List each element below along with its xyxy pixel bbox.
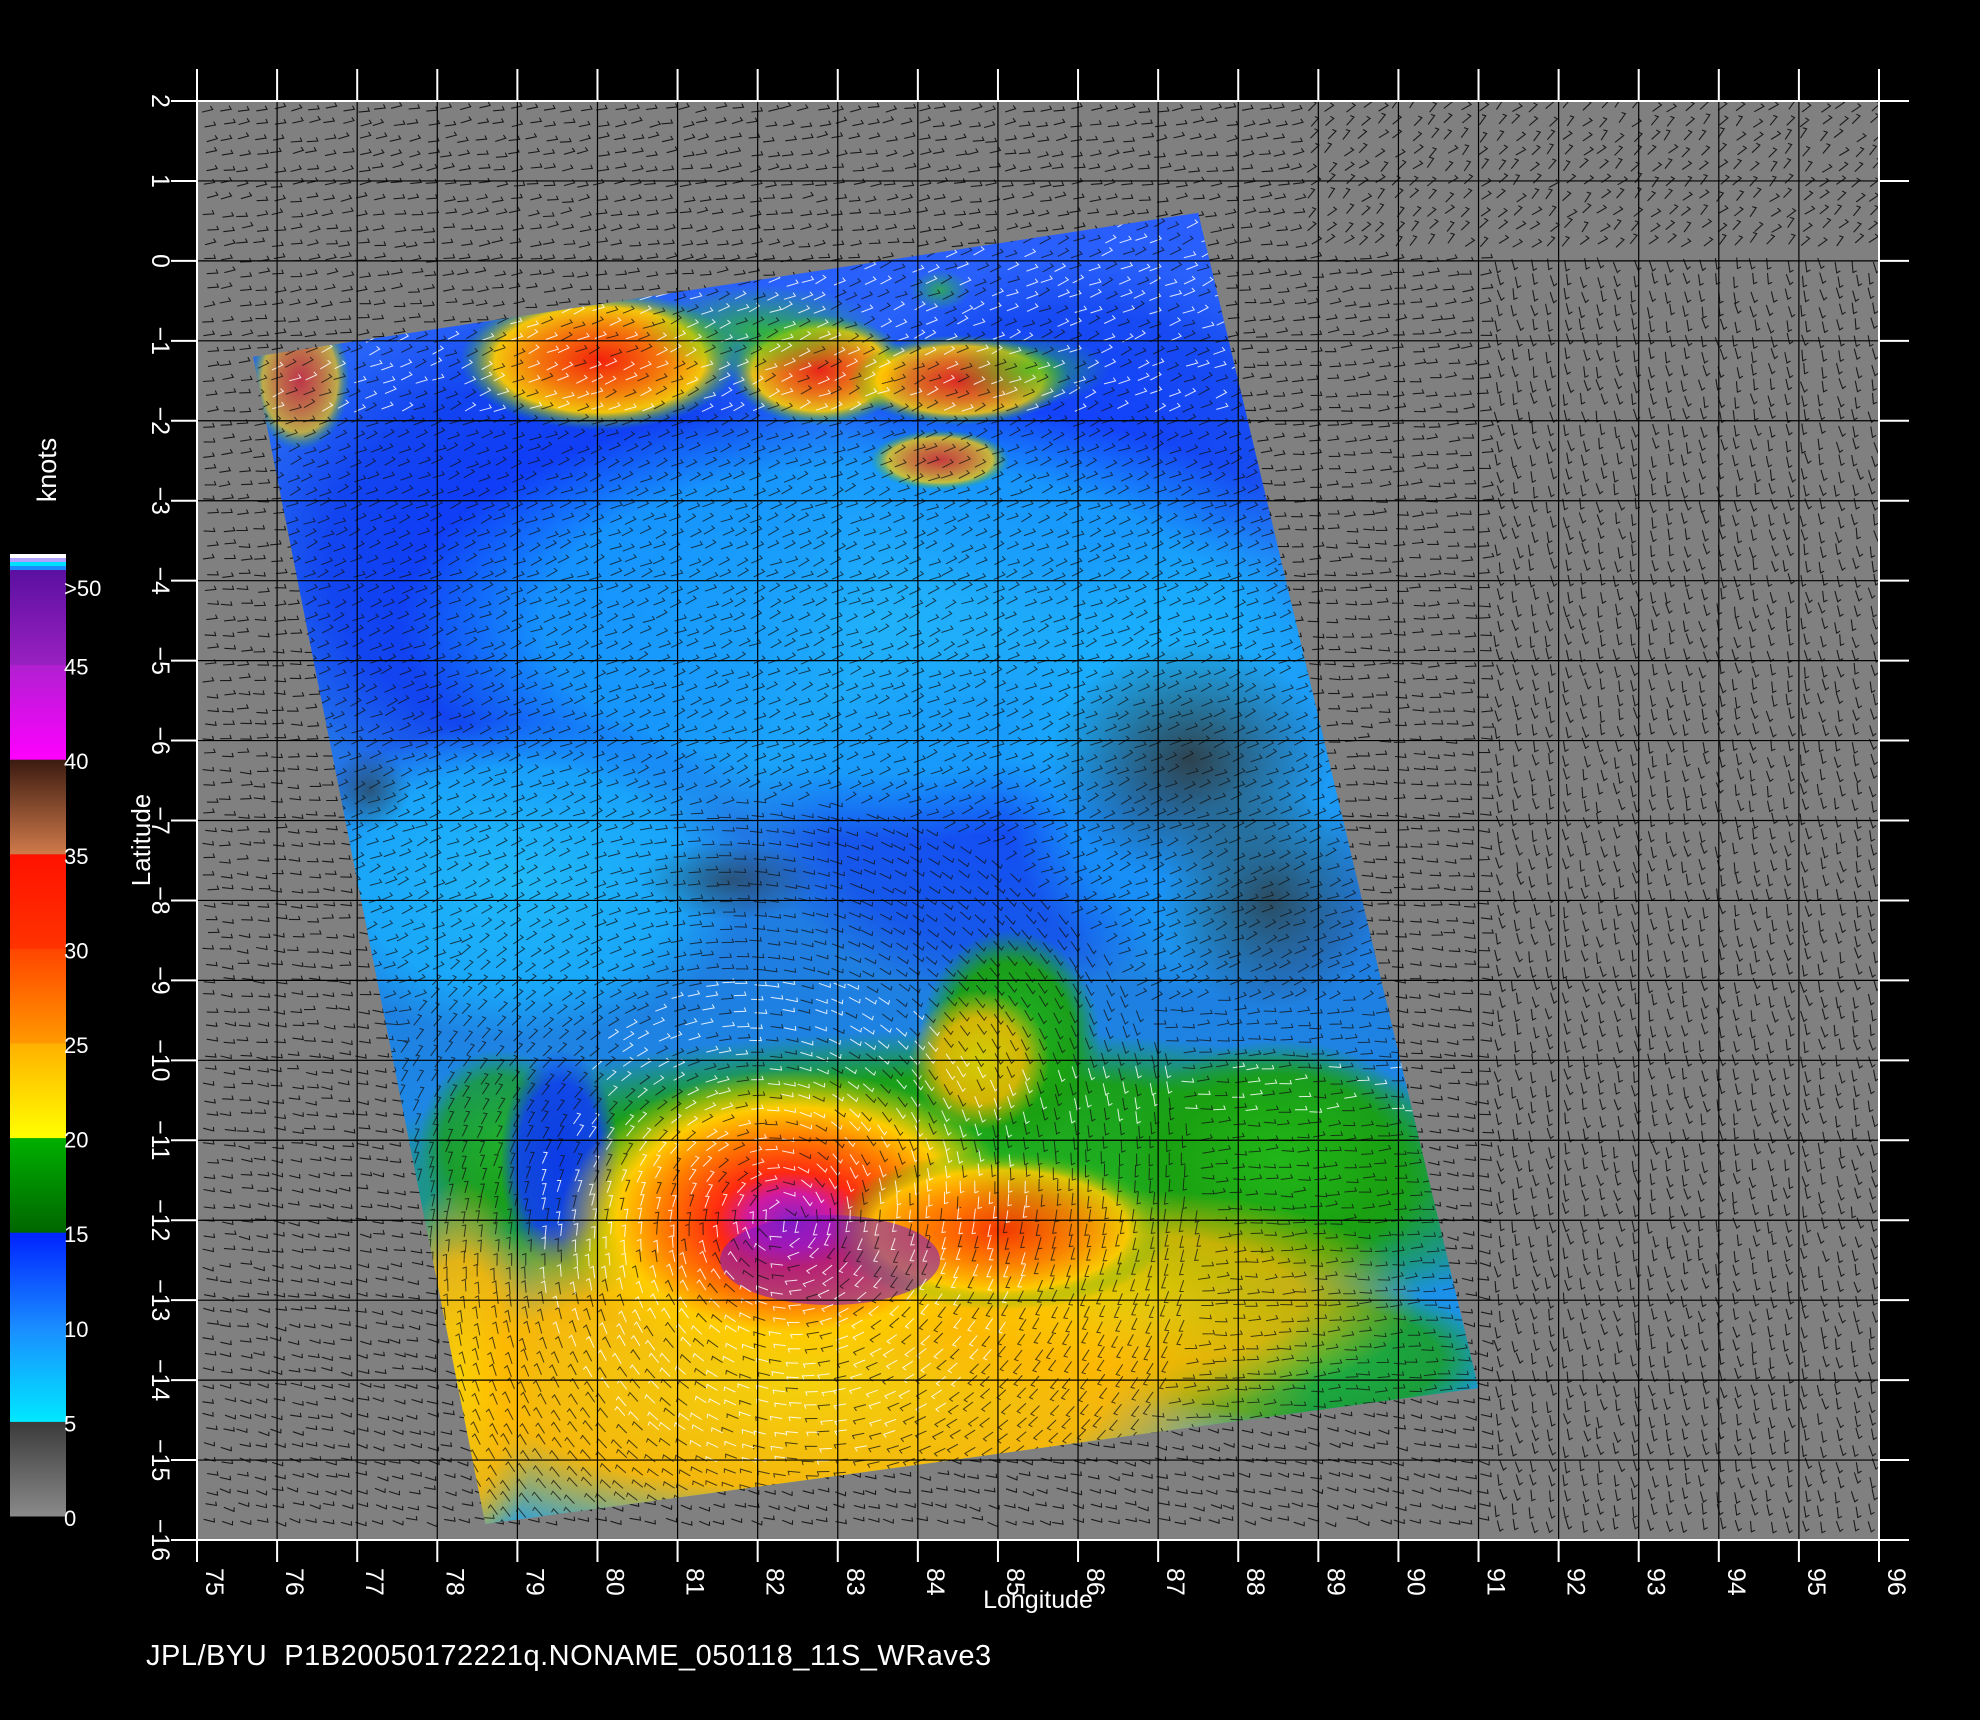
legend-label: 10	[64, 1317, 88, 1342]
legend-label: 15	[64, 1222, 88, 1247]
legend-title: knots	[32, 438, 62, 503]
legend-band	[10, 1421, 66, 1517]
lat-tick-label: 0	[146, 254, 174, 268]
lon-tick-label: 82	[761, 1568, 789, 1596]
lat-tick-label: 1	[146, 174, 174, 188]
legend-band	[10, 1326, 66, 1422]
lon-tick-label: 96	[1882, 1568, 1910, 1596]
legend-band	[10, 759, 66, 855]
lat-tick-label: −12	[146, 1199, 174, 1241]
lon-tick-label: 81	[681, 1568, 709, 1596]
legend-color-bar	[10, 570, 66, 1517]
lat-tick-label: −2	[146, 407, 174, 436]
legend-label: 0	[64, 1506, 76, 1531]
figure-caption: JPL/BYU P1B20050172221q.NONAME_050118_11…	[146, 1640, 992, 1672]
legend-label: 45	[64, 655, 88, 680]
lon-tick-label: 94	[1722, 1568, 1750, 1596]
legend-label: 25	[64, 1033, 88, 1058]
lat-tick-label: −5	[146, 646, 174, 675]
lon-tick-label: 95	[1802, 1568, 1830, 1596]
legend-band	[10, 1232, 66, 1328]
lon-tick-label: 76	[280, 1568, 308, 1596]
lat-tick-label: −4	[146, 566, 174, 595]
lon-tick-label: 90	[1401, 1568, 1429, 1596]
lat-tick-label: −13	[146, 1279, 174, 1321]
lat-tick-label: 2	[146, 94, 174, 108]
legend-band	[10, 1137, 66, 1233]
legend-label: >50	[64, 576, 101, 601]
legend-labels: >50 45 40 35 30 25 20 15 10 5 0	[64, 576, 101, 1531]
lon-tick-label: 92	[1562, 1568, 1590, 1596]
legend-top-stripes	[10, 554, 66, 570]
x-axis-label: Longitude	[983, 1586, 1093, 1614]
lon-tick-label: 88	[1241, 1568, 1269, 1596]
lon-tick-label: 91	[1482, 1568, 1510, 1596]
wind-map-figure: 75 76 77 78 79 80 81 82 83 84 85 86 87 88 89 90 91 92 93 94…	[10, 69, 1910, 1614]
lon-tick-label: 87	[1161, 1568, 1189, 1596]
lon-tick-label: 78	[440, 1568, 468, 1596]
lat-tick-label: −15	[146, 1439, 174, 1481]
legend-label: 35	[64, 844, 88, 869]
legend-band	[10, 1043, 66, 1139]
lon-tick-label: 77	[360, 1568, 388, 1596]
lat-tick-label: −11	[146, 1120, 174, 1161]
legend-stripe	[10, 562, 66, 566]
lon-tick-label: 84	[921, 1568, 949, 1596]
lat-tick-label: −6	[146, 726, 174, 755]
wind-speed-legend: knots >50 45 40 35 30 25 20 15 10 5 0	[10, 438, 101, 1531]
lon-tick-label: 80	[601, 1568, 629, 1596]
legend-stripe	[10, 566, 66, 570]
legend-label: 20	[64, 1128, 88, 1153]
legend-stripe	[10, 554, 66, 558]
lon-tick-label: 75	[200, 1568, 228, 1596]
legend-label: 5	[64, 1411, 76, 1436]
legend-label: 40	[64, 749, 88, 774]
lat-tick-label: −14	[146, 1359, 174, 1402]
lat-tick-label: −3	[146, 486, 174, 515]
legend-band	[10, 664, 66, 760]
y-axis-label: Latitude	[126, 794, 156, 887]
lat-tick-label: −8	[146, 886, 174, 915]
legend-band	[10, 853, 66, 949]
legend-label: 30	[64, 938, 88, 963]
lat-tick-label: −1	[146, 327, 174, 356]
lon-tick-label: 93	[1642, 1568, 1670, 1596]
lat-tick-label: −10	[146, 1039, 174, 1081]
lon-tick-label: 83	[841, 1568, 869, 1596]
lat-tick-label: −9	[146, 966, 174, 995]
lat-tick-label: −16	[146, 1519, 174, 1561]
lon-tick-label: 79	[520, 1568, 548, 1596]
legend-stripe	[10, 558, 66, 562]
legend-band	[10, 570, 66, 666]
legend-band	[10, 948, 66, 1044]
lon-tick-label: 89	[1321, 1568, 1349, 1596]
